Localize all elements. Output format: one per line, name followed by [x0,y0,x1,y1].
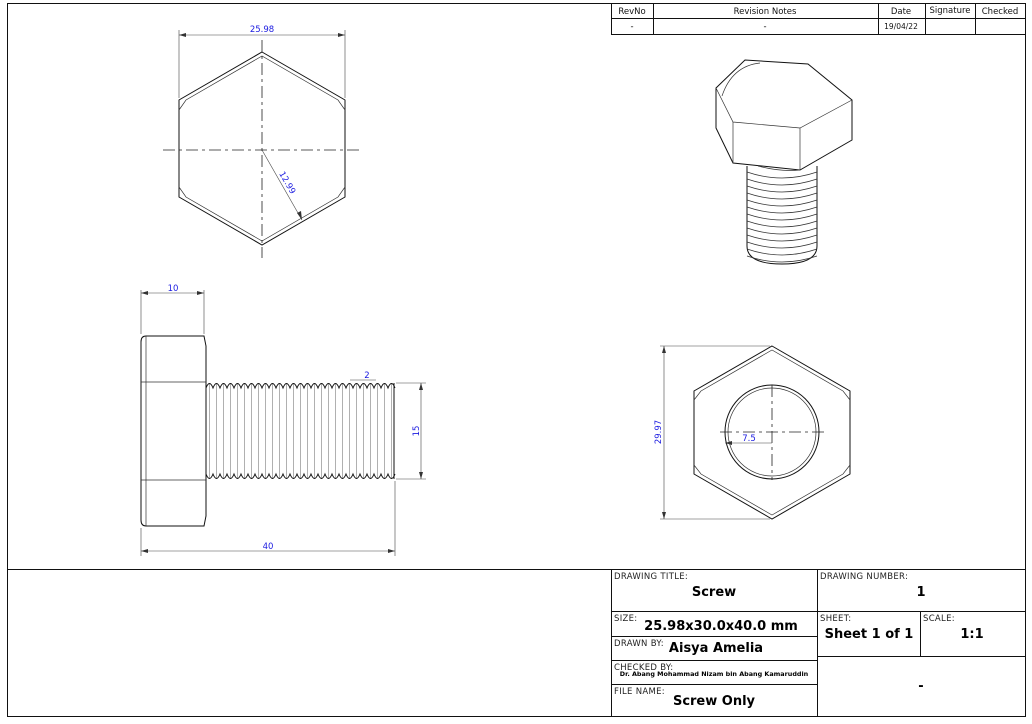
rev-row-revno: - [630,22,633,32]
scale-label: SCALE: [923,614,955,624]
rev-header-notes: Revision Notes [734,7,797,17]
side-view: 10 2 15 40 [140,284,426,556]
file-name: Screw Only [673,694,756,709]
drawing-border [7,3,1026,717]
rev-row-notes: - [763,22,766,32]
dim-end-radius: 7.5 [742,434,756,444]
sheet-label: SHEET: [820,614,851,624]
extra-field: - [918,679,923,694]
iso-thread-rings [746,171,818,263]
drawing-title-label: DRAWING TITLE: [614,572,688,582]
rev-header-revno: RevNo [618,7,645,17]
rev-row-date: 19/04/22 [884,22,918,31]
size-label: SIZE: [614,614,637,624]
rev-header-signature: Signature [929,6,970,16]
engineering-drawing: RevNo Revision Notes Date Signature Chec… [7,3,1026,717]
title-block: DRAWING TITLE: Screw DRAWING NUMBER: 1 S… [611,569,1026,717]
dim-side-dia: 15 [412,426,422,437]
sheet-value: Sheet 1 of 1 [825,627,914,642]
top-view: 25.98 12.99 [163,25,360,258]
drawing-title: Screw [692,585,736,600]
dim-side-pitch: 2 [364,371,369,381]
size-value: 25.98x30.0x40.0 mm [644,619,798,634]
dim-side-length: 40 [263,542,274,552]
drawn-by: Aisya Amelia [669,641,763,656]
thread-profile [205,383,396,479]
isometric-view [715,59,853,265]
scale-value: 1:1 [960,627,983,642]
rev-header-date: Date [891,7,911,17]
drawing-number: 1 [916,585,925,600]
rev-header-checked: Checked [982,7,1018,17]
file-name-label: FILE NAME: [614,687,665,697]
dim-top-radius: 12.99 [276,170,297,196]
dim-end-height: 29.97 [654,420,664,444]
dim-side-head: 10 [168,284,179,294]
dim-top-width: 25.98 [250,25,274,35]
drawing-sheet: RevNo Revision Notes Date Signature Chec… [0,0,1032,720]
revision-table: RevNo Revision Notes Date Signature Chec… [611,3,1026,35]
checked-by: Dr. Abang Mohammad Nizam bin Abang Kamar… [620,670,809,678]
drawing-number-label: DRAWING NUMBER: [820,572,908,582]
drawn-by-label: DRAWN BY: [614,639,664,649]
end-view: 29.97 7.5 [654,345,851,520]
